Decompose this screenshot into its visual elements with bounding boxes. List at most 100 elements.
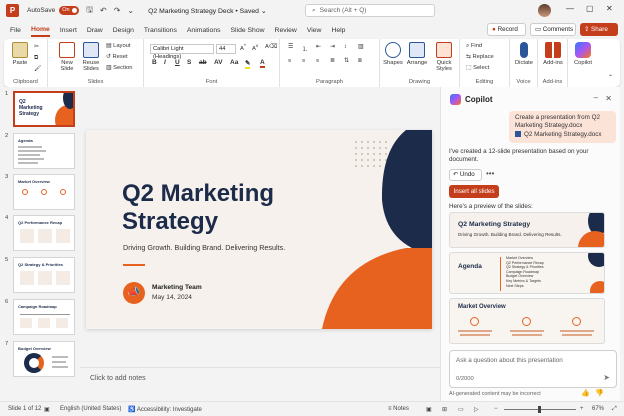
- save-icon[interactable]: 🖫: [86, 4, 93, 18]
- attached-file[interactable]: Q2 Marketing Strategy.docx: [515, 131, 610, 139]
- spell-check-icon[interactable]: ▣: [44, 406, 50, 413]
- align-left-icon[interactable]: ≡: [288, 58, 291, 64]
- copilot-ribbon-button[interactable]: Copilot: [572, 42, 594, 66]
- slide-title[interactable]: Q2 Marketing Strategy: [122, 180, 292, 236]
- reset-button[interactable]: ↺ Reset: [106, 54, 128, 60]
- tab-review[interactable]: Review: [275, 25, 297, 36]
- document-title[interactable]: Q2 Marketing Strategy Deck • Saved ⌄: [148, 7, 266, 15]
- zoom-in-icon[interactable]: +: [580, 406, 584, 412]
- thumbnail-slide-3[interactable]: Market Overview: [13, 174, 75, 210]
- slide-sorter-icon[interactable]: ⊞: [442, 406, 447, 413]
- share-button[interactable]: ⇪ Share: [580, 23, 618, 36]
- addins-button[interactable]: Add-ins: [542, 42, 564, 66]
- line-spacing-icon[interactable]: ↕: [344, 44, 347, 50]
- smartart-icon[interactable]: ⧈: [358, 58, 362, 65]
- undo-icon[interactable]: ↶: [100, 6, 107, 15]
- tab-draw[interactable]: Draw: [87, 25, 103, 36]
- minimize-pane-icon[interactable]: –: [594, 93, 598, 102]
- reading-view-icon[interactable]: ▭: [458, 406, 464, 413]
- tab-design[interactable]: Design: [113, 25, 134, 36]
- preview-card-title[interactable]: Q2 Marketing Strategy Driving Growth. Bu…: [449, 212, 605, 248]
- preview-card-market[interactable]: Market Overview: [449, 298, 605, 344]
- minimize-icon[interactable]: —: [566, 4, 574, 13]
- font-color-icon[interactable]: A: [260, 59, 265, 68]
- insert-all-slides-button[interactable]: Insert all slides: [449, 185, 499, 198]
- thumbnail-slide-2[interactable]: Agenda: [13, 133, 75, 169]
- align-right-icon[interactable]: ≡: [316, 58, 319, 64]
- tab-animations[interactable]: Animations: [187, 25, 221, 36]
- close-icon[interactable]: ✕: [606, 4, 613, 13]
- shrink-font-icon[interactable]: Av: [252, 44, 258, 52]
- format-painter-icon[interactable]: 🖌: [34, 66, 41, 72]
- tab-help[interactable]: Help: [331, 25, 345, 36]
- columns-icon[interactable]: ▥: [358, 44, 363, 50]
- maximize-icon[interactable]: ▢: [586, 4, 594, 13]
- font-size-select[interactable]: 44: [216, 44, 236, 54]
- thumbnail-slide-6[interactable]: Campaign Roadmap: [13, 299, 75, 335]
- slide-date[interactable]: May 14, 2024: [152, 294, 192, 301]
- quick-styles-button[interactable]: Quick Styles: [430, 42, 458, 72]
- thumbnail-slide-5[interactable]: Q2 Strategy & Priorities: [13, 257, 75, 293]
- send-icon[interactable]: ➤: [603, 373, 610, 382]
- record-button[interactable]: ● Record: [487, 23, 526, 36]
- new-slide-button[interactable]: New Slide: [56, 42, 78, 72]
- select-button[interactable]: ⬚ Select: [466, 65, 489, 71]
- zoom-level[interactable]: 67%: [592, 406, 604, 412]
- copy-icon[interactable]: ⧉: [34, 55, 38, 62]
- slide-canvas[interactable]: Q2 Marketing Strategy Driving Growth. Bu…: [86, 130, 432, 329]
- close-pane-icon[interactable]: ✕: [605, 94, 612, 103]
- thumbnail-slide-4[interactable]: Q2 Performance Recap: [13, 215, 75, 251]
- justify-icon[interactable]: ≣: [330, 58, 335, 64]
- notes-pane[interactable]: Click to add notes: [80, 367, 440, 389]
- clear-format-icon[interactable]: A⌫: [265, 44, 277, 50]
- layout-button[interactable]: ▤ Layout: [106, 43, 131, 49]
- grow-font-icon[interactable]: A^: [240, 44, 246, 52]
- tab-home[interactable]: Home: [30, 24, 50, 37]
- zoom-out-icon[interactable]: −: [494, 406, 498, 412]
- fit-slide-icon[interactable]: ⤢: [612, 406, 617, 413]
- slide-team[interactable]: Marketing Team: [152, 284, 202, 291]
- search-input[interactable]: ⌕ Search (Alt + Q): [305, 4, 435, 17]
- thumbnail-slide-7[interactable]: Budget Overview: [13, 341, 75, 377]
- thumbs-down-icon[interactable]: 👎: [595, 389, 604, 397]
- arrange-button[interactable]: Arrange: [406, 42, 428, 66]
- copilot-prompt-input[interactable]: Ask a question about this presentation 0…: [449, 350, 617, 388]
- replace-button[interactable]: ⇆ Replace: [466, 54, 494, 60]
- underline-icon[interactable]: U: [175, 59, 180, 66]
- paste-button[interactable]: Paste: [10, 42, 30, 66]
- shapes-button[interactable]: Shapes: [382, 42, 404, 66]
- increase-indent-icon[interactable]: ⇥: [330, 44, 335, 50]
- italic-icon[interactable]: I: [164, 59, 166, 66]
- shadow-icon[interactable]: S: [187, 59, 191, 66]
- reuse-slides-button[interactable]: Reuse Slides: [80, 42, 102, 72]
- avatar[interactable]: [538, 4, 551, 17]
- numbering-icon[interactable]: ⒈: [302, 44, 308, 53]
- change-case-icon[interactable]: Aa: [230, 59, 238, 66]
- notes-toggle[interactable]: ≡ Notes: [388, 406, 409, 412]
- quick-access-chevron-icon[interactable]: ⌄: [127, 6, 134, 15]
- font-name-select[interactable]: Calibri Light (Headings): [150, 44, 214, 60]
- undo-button[interactable]: ↶ Undo: [449, 169, 482, 181]
- zoom-slider-thumb[interactable]: [538, 406, 541, 413]
- tab-insert[interactable]: Insert: [60, 25, 77, 36]
- bullets-icon[interactable]: ☰: [288, 44, 293, 50]
- thumbnail-slide-1[interactable]: Q2 Marketing Strategy: [13, 91, 75, 127]
- preview-card-agenda[interactable]: Agenda Market Overview Q2 Performance Re…: [449, 252, 605, 294]
- thumbs-up-icon[interactable]: 👍: [581, 389, 590, 397]
- normal-view-icon[interactable]: ▣: [426, 406, 432, 413]
- strikethrough-icon[interactable]: ab: [199, 59, 207, 66]
- tab-slide-show[interactable]: Slide Show: [231, 25, 265, 36]
- redo-icon[interactable]: ↷: [114, 6, 121, 15]
- cut-icon[interactable]: ✂: [34, 44, 39, 50]
- slideshow-icon[interactable]: ▷: [474, 406, 479, 413]
- tab-transitions[interactable]: Transitions: [144, 25, 177, 36]
- tab-view[interactable]: View: [307, 25, 322, 36]
- char-spacing-icon[interactable]: AV: [214, 59, 223, 66]
- autosave-toggle[interactable]: On: [59, 6, 80, 15]
- align-center-icon[interactable]: ≡: [302, 58, 305, 64]
- accessibility-status[interactable]: ♿ Accessibility: Investigate: [128, 406, 202, 413]
- highlight-icon[interactable]: ✎: [245, 59, 251, 69]
- dictate-button[interactable]: Dictate: [513, 42, 535, 66]
- ribbon-collapse-icon[interactable]: ⌃: [608, 75, 613, 81]
- slide-subtitle[interactable]: Driving Growth. Building Brand. Deliveri…: [123, 243, 285, 252]
